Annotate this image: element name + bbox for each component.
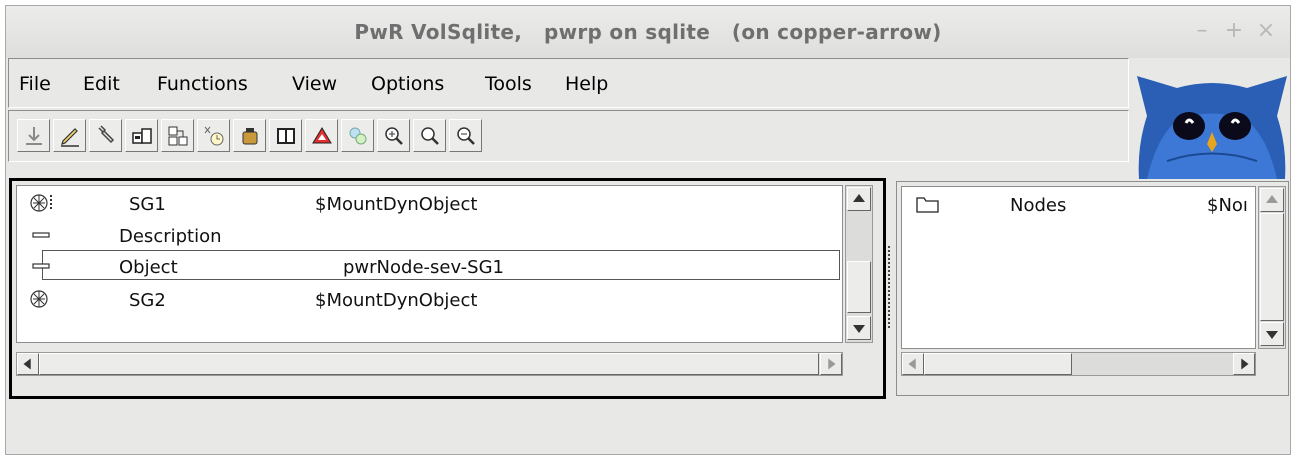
tree-row-object[interactable]: Object pwrNode-sev-SG1 <box>32 250 840 280</box>
map-icon <box>29 288 57 310</box>
tree-row-sg1[interactable]: SG1 $MountDynObject <box>17 188 842 218</box>
map-icon <box>29 192 57 214</box>
right-vertical-scroll-thumb[interactable] <box>1260 213 1284 321</box>
close-button[interactable]: × <box>1254 19 1278 43</box>
owl-logo <box>1137 66 1287 179</box>
menu-bar: File Edit Functions View Options Tools H… <box>8 58 1129 108</box>
tree-row-name: Description <box>119 226 222 247</box>
import-icon[interactable] <box>17 119 50 152</box>
left-vertical-scroll-thumb[interactable] <box>847 261 871 313</box>
left-vertical-scrollbar[interactable] <box>845 185 873 343</box>
tree-row-name: Nodes <box>1010 195 1067 216</box>
plc-timer-icon[interactable] <box>197 119 230 152</box>
app-window: PwR VolSqlite, pwrp on sqlite (on copper… <box>5 5 1291 455</box>
toolbar <box>8 110 1129 162</box>
attribute-icon <box>29 224 57 246</box>
zoom-in-icon[interactable] <box>377 119 410 152</box>
left-horizontal-scrollbar[interactable] <box>16 352 843 376</box>
pencil-icon[interactable] <box>53 119 86 152</box>
tree-row-sg2[interactable]: SG2 $MountDynObject <box>17 284 842 314</box>
zoom-reset-icon[interactable] <box>413 119 446 152</box>
node-tree-list: Nodes $Noı <box>901 186 1256 349</box>
object-tree-pane: SG1 $MountDynObject Description Object p… <box>9 178 886 399</box>
maximize-button[interactable]: + <box>1222 19 1246 43</box>
menu-options[interactable]: Options <box>371 73 444 95</box>
tree-row-name: Object <box>119 257 178 278</box>
tree-row-nodes[interactable]: Nodes $Noı <box>902 189 1255 219</box>
right-horizontal-scrollbar[interactable] <box>901 352 1256 376</box>
scroll-left-arrow-icon[interactable] <box>902 353 924 375</box>
tree-row-class: $MountDynObject <box>315 194 478 215</box>
scroll-right-arrow-icon[interactable] <box>1233 353 1255 375</box>
folder-icon <box>914 193 942 215</box>
scroll-down-arrow-icon[interactable] <box>847 316 871 340</box>
menu-help[interactable]: Help <box>565 73 608 95</box>
menu-functions[interactable]: Functions <box>157 73 248 95</box>
object-tree-list: SG1 $MountDynObject Description Object p… <box>16 185 843 343</box>
left-horizontal-scroll-thumb[interactable] <box>39 353 819 375</box>
tree-row-class: $Noı <box>1207 195 1248 216</box>
menu-edit[interactable]: Edit <box>83 73 120 95</box>
node-tree-pane: Nodes $Noı <box>896 181 1289 396</box>
triangle-icon[interactable] <box>305 119 338 152</box>
object-copy-icon[interactable] <box>125 119 158 152</box>
window-title: PwR VolSqlite, pwrp on sqlite (on copper… <box>354 20 942 44</box>
scroll-left-arrow-icon[interactable] <box>17 353 39 375</box>
tree-row-value: pwrNode-sev-SG1 <box>343 257 504 278</box>
tree-row-class: $MountDynObject <box>315 290 478 311</box>
scroll-up-arrow-icon[interactable] <box>1260 188 1284 212</box>
minimize-button[interactable]: – <box>1190 19 1214 43</box>
menu-view[interactable]: View <box>292 73 337 95</box>
right-horizontal-scroll-thumb[interactable] <box>924 353 1072 375</box>
hierarchy-icon[interactable] <box>161 119 194 152</box>
title-bar[interactable]: PwR VolSqlite, pwrp on sqlite (on copper… <box>6 6 1290 58</box>
scroll-down-arrow-icon[interactable] <box>1260 322 1284 346</box>
menu-tools[interactable]: Tools <box>485 73 532 95</box>
scroll-up-arrow-icon[interactable] <box>847 187 871 211</box>
menu-file[interactable]: File <box>19 73 51 95</box>
tree-row-name: SG1 <box>129 194 166 215</box>
connect-icon[interactable] <box>341 119 374 152</box>
scroll-right-arrow-icon[interactable] <box>820 353 842 375</box>
zoom-out-icon[interactable] <box>449 119 482 152</box>
pot-icon[interactable] <box>233 119 266 152</box>
attribute-icon <box>29 255 57 277</box>
tree-row-description[interactable]: Description <box>17 220 842 250</box>
book-icon[interactable] <box>269 119 302 152</box>
right-vertical-scrollbar[interactable] <box>1258 186 1286 349</box>
pane-resize-sash[interactable] <box>888 246 892 328</box>
wrench-icon[interactable] <box>89 119 122 152</box>
tree-row-name: SG2 <box>129 290 166 311</box>
